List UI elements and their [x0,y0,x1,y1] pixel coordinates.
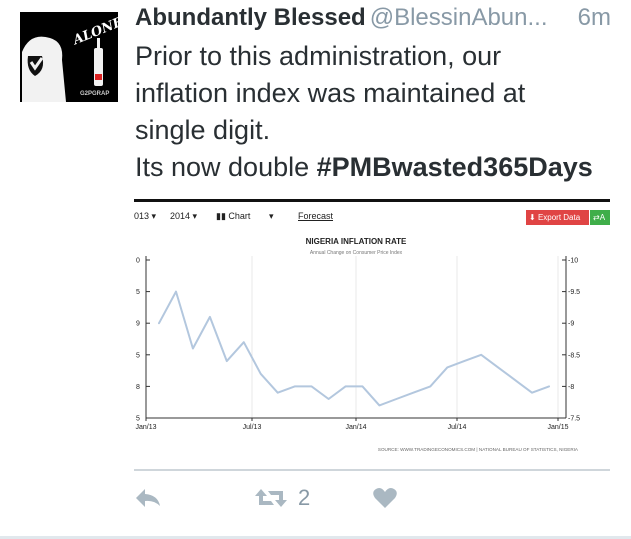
export-label: Export Data [537,213,581,222]
retweet-icon [255,489,287,507]
avatar-watermark: G2PGRAP [80,91,110,97]
tweet-line: inflation index was maintained at [135,78,526,108]
tweet-media-chart[interactable]: 013 ▾ 2014 ▾ ▮▮ Chart ▾ Forecast ⬇ Expor… [134,199,610,471]
data-point [209,316,211,318]
data-point [192,347,194,350]
like-icon [373,488,397,508]
reply-icon [136,489,160,507]
chevron-down-icon: ▾ [268,211,274,221]
chart-type-select[interactable]: ▮▮ Chart ▾ [216,211,273,222]
chart-toolbar: 013 ▾ 2014 ▾ ▮▮ Chart ▾ Forecast ⬇ Expor… [134,209,610,225]
data-point [446,366,448,368]
end-year-value: 2014 [170,211,191,221]
reply-button[interactable] [134,478,162,518]
data-point [548,385,550,387]
user-handle[interactable]: @BlessinAbun... [370,4,548,31]
tweet-header: Abundantly Blessed @BlessinAbun... 6m [135,4,625,32]
display-name[interactable]: Abundantly Blessed [135,4,366,31]
data-point [311,385,313,387]
data-point [378,404,380,406]
tweet-actions: 2 [0,478,631,523]
data-point [497,366,499,368]
data-point [158,322,160,324]
left-y-tick-label: 5 [136,352,140,359]
series-line-inflation [158,290,550,407]
left-y-tick-label: 9 [136,321,140,328]
bar-chart-icon: ▮▮ [216,211,226,221]
right-y-tick-label: -10 [568,258,578,265]
retweet-count: 2 [298,485,311,510]
data-point [260,373,262,375]
data-point [328,398,330,400]
data-point [514,379,516,381]
data-point [243,341,245,343]
x-tick-label: Jul/14 [448,424,467,431]
start-year-value: 013 [134,211,150,221]
right-y-tick-label: -8 [568,384,574,391]
data-point [344,385,347,387]
tweet-line-prefix: Its now double [135,152,317,182]
end-year-select[interactable]: 2014 ▾ [170,211,197,222]
avatar[interactable]: ALONE G2PGRAP [20,12,118,102]
inflation-chart: NIGERIA INFLATION RATE Annual Change on C… [135,237,580,452]
hashtag-link[interactable]: #PMBwasted365Days [317,152,593,182]
timestamp[interactable]: 6m [578,4,611,32]
x-tick-label: Jan/13 [135,424,156,431]
data-point [429,385,431,387]
data-point [395,398,397,400]
chart-subtitle: Annual Change on Consumer Price Index [310,250,403,256]
export-data-button[interactable]: ⬇ Export Data [526,210,589,225]
swap-icon: ⇄ [593,213,600,222]
right-y-tick-label: -9 [568,321,574,328]
tweet-line: single digit. [135,115,271,145]
data-point [480,354,482,356]
add-button[interactable]: ⇄A [590,210,610,225]
data-point [226,360,228,362]
left-y-tick-label: 5 [136,416,140,423]
right-y-tick-label: -9.5 [568,289,580,296]
data-point [294,385,296,387]
chart-type-value: Chart [228,211,251,221]
data-point [531,392,533,394]
tweet-line: Prior to this administration, our [135,41,502,71]
left-y-tick-label: 8 [136,384,140,391]
right-y-tick-label: -7.5 [568,416,580,423]
x-tick-label: Jan/14 [345,424,366,431]
tweet-text: Prior to this administration, our inflat… [135,38,615,186]
start-year-select[interactable]: 013 ▾ [134,211,156,222]
right-y-tick-label: -8.5 [568,352,580,359]
like-button[interactable] [372,478,398,518]
data-point [175,291,177,293]
left-y-tick-label: 0 [136,258,140,265]
x-tick-label: Jul/13 [243,424,262,431]
data-point [361,385,364,387]
retweet-button[interactable]: 2 [254,478,310,518]
left-y-tick-label: 5 [136,289,140,296]
add-label: A [599,213,606,222]
forecast-link[interactable]: Forecast [298,211,333,221]
chart-title: NIGERIA INFLATION RATE [306,237,407,246]
x-tick-label: Jan/15 [547,424,568,431]
download-icon: ⬇ [529,213,536,222]
tweet-line-last: Its now double #PMBwasted365Days [135,149,615,186]
data-point [412,392,414,394]
data-point [277,392,279,394]
data-point [463,360,465,362]
chart-source: SOURCE: WWW.TRADINGECONOMICS.COM | NATIO… [378,447,579,452]
